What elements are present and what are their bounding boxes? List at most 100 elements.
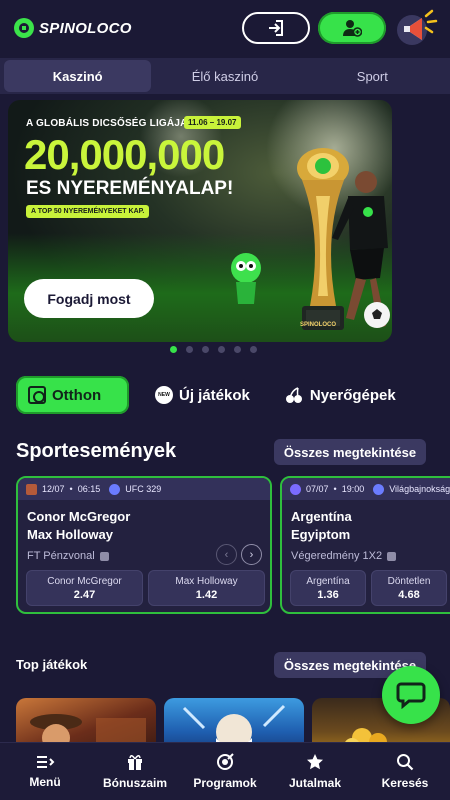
tab-casino[interactable]: Kaszinó [4, 60, 152, 92]
trophy-label: SPINOLOCO [300, 322, 337, 328]
logo-icon [14, 18, 34, 38]
nav-label: Jutalmak [288, 776, 342, 790]
team-home: Conor McGregor [27, 509, 131, 524]
search-icon [397, 754, 414, 771]
event-league: UFC 329 [125, 484, 162, 494]
banner-tag: A TOP 50 NYEREMÉNYEKET KAP. [26, 205, 150, 218]
soccer-ball-icon [364, 302, 390, 328]
nav-rewards[interactable]: Jutalmak [270, 743, 360, 800]
carousel-dot[interactable] [250, 346, 257, 353]
login-button[interactable] [242, 12, 310, 44]
odds-button[interactable]: Döntetlen 4.68 [371, 570, 447, 606]
logo[interactable]: SPINOLOCO [14, 18, 132, 38]
odds-outcome: Döntetlen [387, 575, 431, 587]
nav-menu[interactable]: Menü [0, 743, 90, 800]
banner-amount: 20,000,000 [24, 131, 225, 178]
odds-value: 4.68 [398, 588, 420, 601]
odds-value: 1.36 [317, 588, 339, 601]
team-away: Egyiptom [291, 527, 351, 542]
live-chat-button[interactable] [382, 666, 440, 724]
market-name: Végeredmény 1X2 [291, 550, 383, 562]
nav-bonuses[interactable]: Bónuszaim [90, 743, 180, 800]
category-label: Otthon [52, 386, 102, 404]
promo-banner[interactable]: A GLOBÁLIS DICSŐSÉG LIGÁJA 11.06 – 19.07… [8, 100, 392, 342]
odds-value: 2.47 [73, 588, 96, 601]
chat-icon [396, 682, 426, 709]
nav-label: Programok [193, 776, 257, 790]
event-time: 06:15 [77, 484, 101, 494]
league-icon [373, 483, 385, 495]
gift-icon [128, 755, 142, 770]
category-label: Új játékok [179, 386, 250, 404]
sport-soccer-icon [290, 483, 301, 495]
event-card[interactable]: 07/07 • 19:00 Világbajnokság Argentína E… [280, 476, 450, 614]
carousel-dot[interactable] [170, 346, 177, 353]
odds-row: Conor McGregor 2.47 Max Holloway 1.42 [26, 570, 265, 606]
new-badge-icon: NEW [155, 386, 173, 404]
banner-headline: ES NYEREMÉNYALAP! [26, 178, 234, 199]
event-card[interactable]: 12/07 • 06:15 UFC 329 Conor McGregor Max… [16, 476, 272, 614]
tab-live-casino[interactable]: Élő kaszinó [151, 60, 298, 92]
logo-text: SPINOLOCO [39, 19, 132, 37]
star-icon [307, 754, 323, 770]
stats-icon [387, 551, 397, 561]
chevron-left-icon[interactable]: ‹ [216, 544, 237, 565]
sports-see-all-button[interactable]: Összes megtekintése [274, 439, 426, 465]
team-home: Argentína [291, 509, 352, 524]
odds-outcome: Conor McGregor [47, 575, 122, 587]
sport-mma-icon [26, 483, 37, 495]
odds-outcome: Max Holloway [175, 575, 238, 587]
carousel-dots [170, 346, 257, 353]
event-date: 12/07 [42, 484, 65, 494]
chevron-right-icon[interactable]: › [241, 544, 262, 565]
odds-button[interactable]: Conor McGregor 2.47 [26, 570, 143, 606]
odds-outcome: Argentína [306, 575, 350, 587]
carousel-dot[interactable] [218, 346, 225, 353]
odds-button[interactable]: Argentína 1.36 [290, 570, 366, 606]
event-header: 12/07 • 06:15 UFC 329 [18, 478, 270, 500]
nav-label: Bónuszaim [102, 776, 167, 790]
event-league: Világbajnokság [389, 484, 450, 494]
bet-now-button[interactable]: Fogadj most [24, 279, 154, 318]
home-icon [28, 386, 46, 404]
login-icon [269, 20, 283, 36]
carousel-dot[interactable] [234, 346, 241, 353]
event-date: 07/07 [306, 484, 329, 494]
menu-icon [37, 756, 55, 768]
category-slots[interactable]: Nyerőgépek [272, 376, 408, 414]
market-label: Végeredmény 1X2 [282, 550, 450, 562]
odds-row: Argentína 1.36 Döntetlen 4.68 [290, 570, 447, 606]
category-label: Nyerőgépek [309, 386, 396, 404]
bottom-navigation: Menü Bónuszaim Programok Jutalmak Keresé… [0, 742, 450, 800]
promotions-megaphone-icon[interactable] [396, 8, 438, 48]
stats-icon [99, 551, 109, 561]
market-name: FT Pénzvonal [27, 550, 95, 562]
carousel-dot[interactable] [186, 346, 193, 353]
mascot-illustration [231, 253, 261, 304]
nav-label: Keresés [381, 776, 429, 790]
cherry-icon [285, 387, 302, 403]
tab-sport[interactable]: Sport [299, 60, 446, 92]
nav-search[interactable]: Keresés [360, 743, 450, 800]
team-away: Max Holloway [27, 527, 113, 542]
separator-dot: • [69, 484, 73, 494]
banner-dates: 11.06 – 19.07 [184, 116, 241, 129]
category-pills: Otthon NEW Új játékok Nyerőgépek [16, 376, 436, 414]
category-home[interactable]: Otthon [16, 376, 129, 414]
games-section-title: Top játékok [16, 657, 88, 672]
register-button[interactable] [318, 12, 386, 44]
market-arrows: ‹ › [216, 544, 262, 565]
sports-section-title: Sportesemények [16, 440, 177, 462]
category-new-games[interactable]: NEW Új játékok [143, 376, 262, 414]
add-user-icon [343, 20, 362, 37]
league-icon [109, 483, 121, 495]
event-header: 07/07 • 19:00 Világbajnokság [282, 478, 450, 500]
main-tabs: Kaszinó Élő kaszinó Sport [0, 58, 450, 94]
page: SPINOLOCO Kaszinó Élő kaszinó Sport A GL… [0, 0, 450, 800]
event-time: 19:00 [341, 484, 365, 494]
carousel-dot[interactable] [202, 346, 209, 353]
odds-button[interactable]: Max Holloway 1.42 [148, 570, 265, 606]
nav-programs[interactable]: Programok [180, 743, 270, 800]
nav-label: Menü [29, 775, 61, 789]
odds-value: 1.42 [195, 588, 218, 601]
